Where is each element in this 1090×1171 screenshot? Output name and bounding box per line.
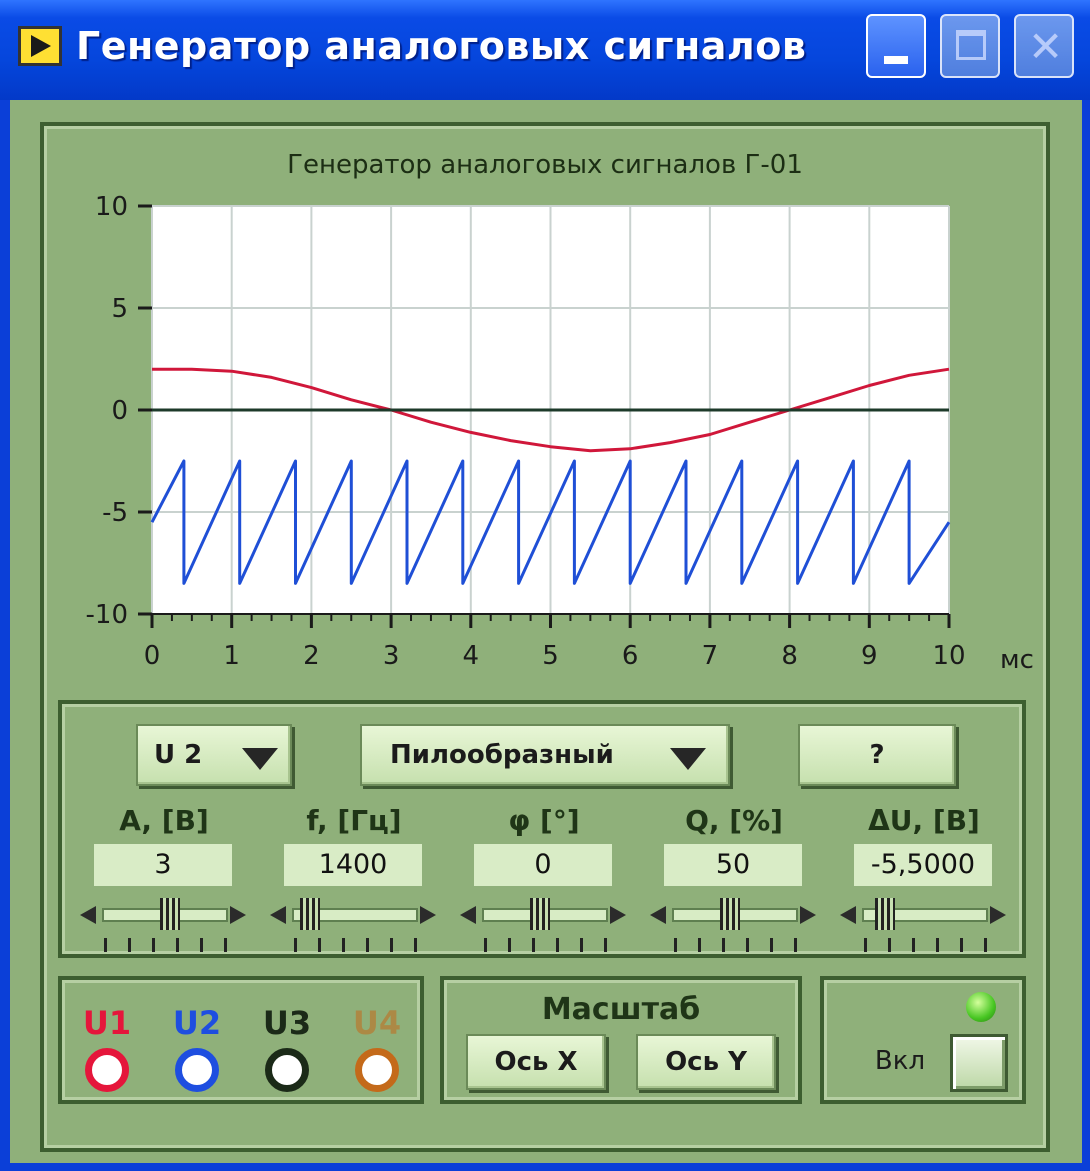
- param-label: ΔU, [В]: [868, 804, 980, 837]
- channel-value: U 2: [154, 740, 203, 770]
- arrow-right-icon[interactable]: [990, 906, 1006, 924]
- param-label: f, [Гц]: [306, 804, 402, 837]
- axis-y-button[interactable]: Ось Y: [636, 1034, 776, 1090]
- scale-title: Масштаб: [541, 992, 701, 1027]
- x-tick-label: 7: [702, 641, 719, 671]
- param-slider[interactable]: [76, 896, 252, 962]
- slider-ticks: [484, 938, 608, 952]
- slider-thumb[interactable]: [719, 898, 740, 930]
- chevron-down-icon: [670, 748, 706, 770]
- param-value-field[interactable]: -5,5000: [854, 844, 992, 886]
- x-tick-label: 4: [463, 641, 480, 671]
- arrow-left-icon[interactable]: [460, 906, 476, 924]
- arrow-left-icon[interactable]: [80, 906, 96, 924]
- arrow-left-icon[interactable]: [650, 906, 666, 924]
- axis-x-label: Ось X: [494, 1047, 578, 1077]
- y-tick-label: 10: [95, 192, 128, 222]
- waveform-chart: 0 1 2 3 4 5 6 7 8 9 10 10 5 0 -5 -10 мс: [86, 192, 1034, 675]
- param-slider[interactable]: [836, 896, 1012, 962]
- slider-thumb[interactable]: [874, 898, 895, 930]
- arrow-right-icon[interactable]: [230, 906, 246, 924]
- power-label: Вкл: [874, 1046, 926, 1076]
- help-button[interactable]: ?: [798, 724, 956, 786]
- param-slider[interactable]: [646, 896, 822, 962]
- output-jack-connector[interactable]: [85, 1048, 129, 1092]
- x-tick-label: 3: [383, 641, 400, 671]
- slider-thumb[interactable]: [300, 898, 321, 930]
- x-tick-label: 5: [542, 641, 559, 671]
- waveform-dropdown[interactable]: Пилообразный: [360, 724, 730, 786]
- jack-label: U3: [262, 1004, 312, 1042]
- param-label: Q, [%]: [685, 804, 783, 837]
- waveform-value: Пилообразный: [390, 740, 614, 770]
- help-label: ?: [869, 740, 885, 770]
- axis-x-button[interactable]: Ось X: [466, 1034, 606, 1090]
- slider-ticks: [674, 938, 798, 952]
- power-toggle-button[interactable]: [950, 1034, 1008, 1092]
- x-tick-label: 1: [223, 641, 240, 671]
- y-tick-label: 0: [111, 396, 128, 426]
- x-tick-label: 10: [932, 641, 965, 671]
- param-label: A, [В]: [119, 804, 209, 837]
- x-tick-label: 2: [303, 641, 320, 671]
- arrow-right-icon[interactable]: [610, 906, 626, 924]
- param-value-field[interactable]: 50: [664, 844, 802, 886]
- output-jack-connector[interactable]: [355, 1048, 399, 1092]
- y-tick-label: 5: [111, 294, 128, 324]
- output-jack-connector[interactable]: [175, 1048, 219, 1092]
- param-value-field[interactable]: 0: [474, 844, 612, 886]
- arrow-left-icon[interactable]: [840, 906, 856, 924]
- slider-ticks: [864, 938, 988, 952]
- param-value-field[interactable]: 3: [94, 844, 232, 886]
- y-tick-label: -10: [86, 600, 128, 630]
- param-slider[interactable]: [266, 896, 442, 962]
- y-tick-label: -5: [102, 498, 128, 528]
- x-tick-label: 6: [622, 641, 639, 671]
- arrow-left-icon[interactable]: [270, 906, 286, 924]
- app-window: Генератор аналоговых сигналов ✕ Генерато…: [0, 0, 1090, 1171]
- chevron-down-icon: [242, 748, 278, 770]
- output-jack-connector[interactable]: [265, 1048, 309, 1092]
- slider-ticks: [104, 938, 228, 952]
- power-led-indicator: [966, 992, 996, 1022]
- x-tick-label: 0: [144, 641, 161, 671]
- param-label: φ [°]: [508, 804, 580, 837]
- slider-thumb[interactable]: [160, 898, 181, 930]
- slider-thumb[interactable]: [529, 898, 550, 930]
- arrow-right-icon[interactable]: [800, 906, 816, 924]
- axis-y-label: Ось Y: [665, 1047, 747, 1077]
- jack-label: U4: [352, 1004, 402, 1042]
- jack-label: U2: [172, 1004, 222, 1042]
- x-axis-unit-label: мс: [1000, 645, 1034, 675]
- x-tick-label: 8: [781, 641, 798, 671]
- slider-ticks: [294, 938, 418, 952]
- arrow-right-icon[interactable]: [420, 906, 436, 924]
- channel-dropdown[interactable]: U 2: [136, 724, 292, 786]
- param-slider[interactable]: [456, 896, 632, 962]
- jack-label: U1: [82, 1004, 132, 1042]
- x-tick-label: 9: [861, 641, 878, 671]
- param-value-field[interactable]: 1400: [284, 844, 422, 886]
